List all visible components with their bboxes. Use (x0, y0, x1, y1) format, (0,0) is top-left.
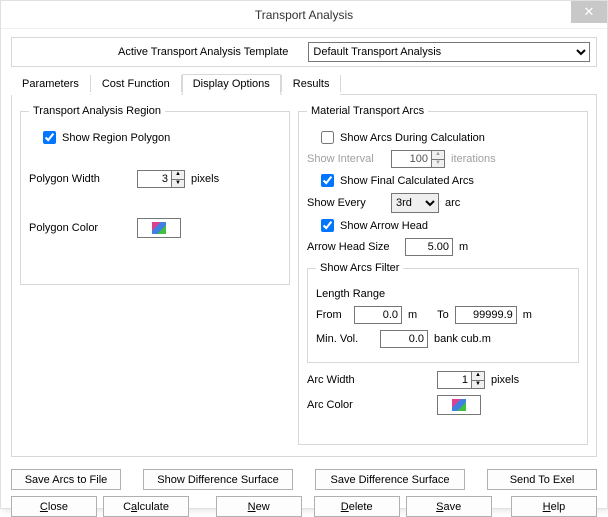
polygon-color-label: Polygon Color (29, 222, 107, 234)
color-swatch-icon (152, 222, 166, 234)
from-label: From (316, 309, 348, 321)
arc-width-label: Arc Width (307, 374, 385, 386)
show-region-polygon-label[interactable]: Show Region Polygon (43, 131, 170, 144)
template-label: Active Transport Analysis Template (118, 46, 288, 58)
arc-color-label: Arc Color (307, 399, 385, 411)
show-final-arcs-label[interactable]: Show Final Calculated Arcs (321, 174, 474, 187)
show-arcs-during-checkbox[interactable] (321, 131, 334, 144)
content-area: Active Transport Analysis Template Defau… (1, 29, 607, 463)
to-label: To (437, 309, 449, 321)
title-bar: Transport Analysis ✕ (1, 1, 607, 29)
right-column: Material Transport Arcs Show Arcs During… (298, 105, 588, 448)
left-column: Transport Analysis Region Show Region Po… (20, 105, 290, 448)
send-to-exel-button[interactable]: Send To Exel (487, 469, 597, 490)
spin-down-icon: ▼ (431, 159, 445, 169)
spin-down-icon[interactable]: ▼ (471, 380, 485, 390)
show-diff-surface-button[interactable]: Show Difference Surface (143, 469, 293, 490)
spin-up-icon[interactable]: ▲ (171, 170, 185, 179)
tab-results[interactable]: Results (282, 74, 341, 95)
help-button[interactable]: Help (511, 496, 597, 517)
arrow-head-size-input[interactable] (405, 238, 453, 256)
close-icon[interactable]: ✕ (571, 1, 607, 23)
calculate-button[interactable]: Calculate (103, 496, 189, 517)
arrow-head-size-label: Arrow Head Size (307, 241, 399, 253)
show-interval-input (391, 150, 431, 168)
arcs-group-title: Material Transport Arcs (307, 105, 428, 117)
region-group-title: Transport Analysis Region (29, 105, 165, 117)
arc-width-input[interactable] (437, 371, 471, 389)
close-button[interactable]: Close (11, 496, 97, 517)
save-button[interactable]: Save (406, 496, 492, 517)
arcs-filter-title: Show Arcs Filter (316, 262, 403, 274)
tab-parameters[interactable]: Parameters (11, 74, 90, 95)
delete-button[interactable]: Delete (314, 496, 400, 517)
pixels-label-2: pixels (491, 374, 519, 386)
show-every-label: Show Every (307, 197, 385, 209)
arc-color-button[interactable] (437, 395, 481, 415)
arcs-group: Material Transport Arcs Show Arcs During… (298, 105, 588, 445)
show-arrow-head-label[interactable]: Show Arrow Head (321, 219, 428, 232)
window-title: Transport Analysis (255, 8, 353, 22)
color-swatch-icon (452, 399, 466, 411)
polygon-width-spinner[interactable]: ▲ ▼ (137, 170, 185, 188)
polygon-width-label: Polygon Width (29, 173, 107, 185)
show-arcs-during-label[interactable]: Show Arcs During Calculation (321, 131, 485, 144)
new-button[interactable]: New (216, 496, 302, 517)
bank-unit-label: bank cub.m (434, 333, 491, 345)
arc-unit-label: arc (445, 197, 460, 209)
m-label: m (459, 241, 468, 253)
save-diff-surface-button[interactable]: Save Difference Surface (315, 469, 465, 490)
region-group: Transport Analysis Region Show Region Po… (20, 105, 290, 285)
show-region-polygon-checkbox[interactable] (43, 131, 56, 144)
show-arrow-head-checkbox[interactable] (321, 219, 334, 232)
m-label-3: m (523, 309, 532, 321)
save-arcs-button[interactable]: Save Arcs to File (11, 469, 121, 490)
template-selector-row: Active Transport Analysis Template Defau… (11, 37, 597, 67)
button-rows: Save Arcs to File Show Difference Surfac… (1, 469, 607, 517)
show-final-arcs-checkbox[interactable] (321, 174, 334, 187)
min-vol-input[interactable] (380, 330, 428, 348)
polygon-color-button[interactable] (137, 218, 181, 238)
spin-up-icon[interactable]: ▲ (471, 371, 485, 380)
tab-strip: Parameters Cost Function Display Options… (11, 73, 597, 95)
dialog-window: Transport Analysis ✕ Active Transport An… (0, 0, 608, 509)
tab-body: Transport Analysis Region Show Region Po… (11, 95, 597, 457)
tab-display-options[interactable]: Display Options (182, 74, 281, 95)
polygon-width-input[interactable] (137, 170, 171, 188)
iterations-label: iterations (451, 153, 496, 165)
min-vol-label: Min. Vol. (316, 333, 374, 345)
show-every-select[interactable]: 3rd (391, 193, 439, 213)
show-interval-label: Show Interval (307, 153, 385, 165)
template-select[interactable]: Default Transport Analysis (308, 42, 590, 62)
spin-down-icon[interactable]: ▼ (171, 179, 185, 189)
spin-up-icon: ▲ (431, 150, 445, 159)
show-interval-spinner: ▲ ▼ (391, 150, 445, 168)
m-label-2: m (408, 309, 417, 321)
tab-cost-function[interactable]: Cost Function (91, 74, 181, 95)
to-input[interactable] (455, 306, 517, 324)
arc-width-spinner[interactable]: ▲ ▼ (437, 371, 485, 389)
length-range-label: Length Range (316, 288, 385, 300)
from-input[interactable] (354, 306, 402, 324)
pixels-label: pixels (191, 173, 219, 185)
arcs-filter-group: Show Arcs Filter Length Range From m To … (307, 262, 579, 363)
